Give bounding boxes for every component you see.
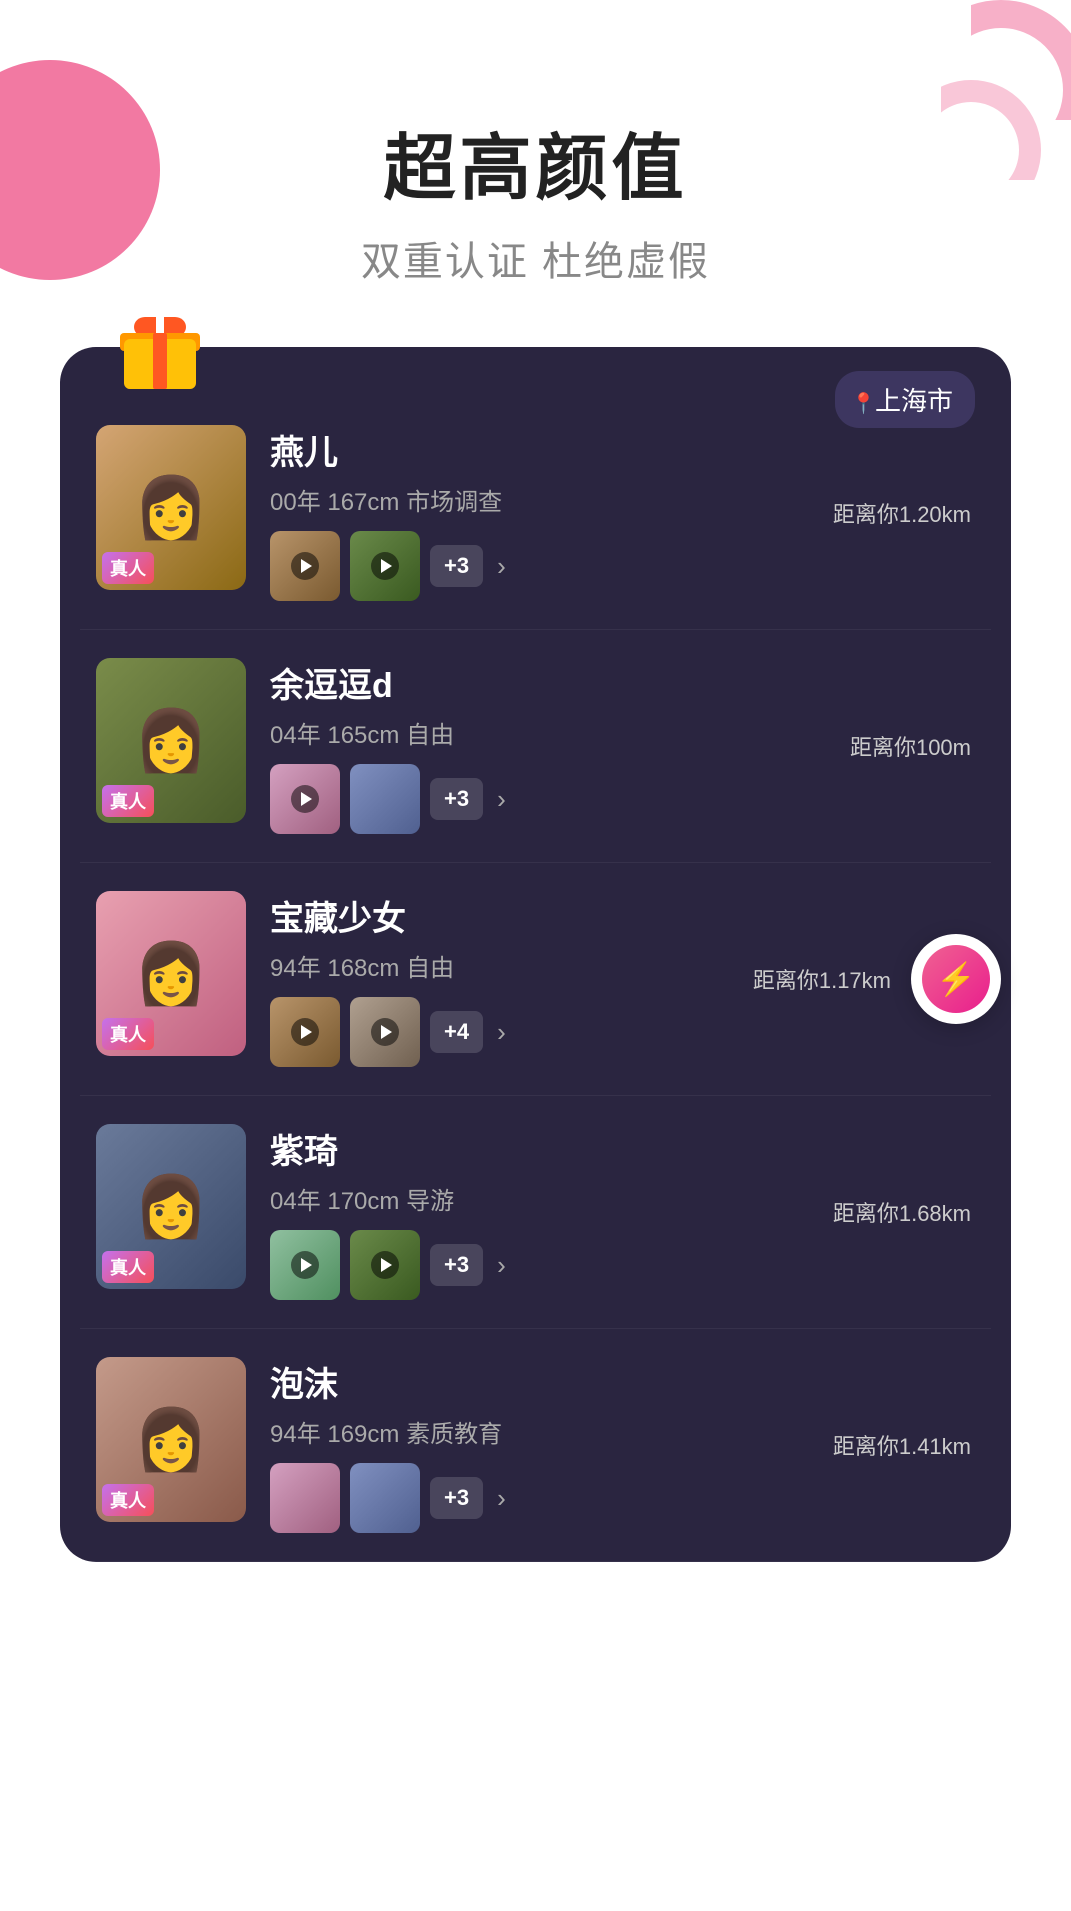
user-photos: +3 ›: [270, 531, 975, 601]
play-icon: [291, 552, 319, 580]
chevron-right-icon: ›: [497, 1250, 506, 1281]
more-photos-badge: +4: [430, 1011, 483, 1053]
more-photos-badge: +3: [430, 545, 483, 587]
play-icon: [371, 1018, 399, 1046]
photo-thumb: [270, 764, 340, 834]
table-row[interactable]: 👩 真人 燕儿 00年 167cm 市场调查 +3 ›: [80, 397, 991, 630]
chevron-right-icon: ›: [497, 1483, 506, 1514]
more-photos-badge: +3: [430, 778, 483, 820]
photo-thumb: [270, 997, 340, 1067]
user-name: 紫琦: [270, 1124, 975, 1173]
chevron-right-icon: ›: [497, 551, 506, 582]
chevron-right-icon: ›: [497, 784, 506, 815]
user-name: 宝藏少女: [270, 891, 975, 940]
heart-lightning-button[interactable]: ⚡: [911, 934, 1001, 1024]
user-distance: 距离你1.20km: [833, 497, 971, 529]
real-badge: 真人: [102, 1251, 154, 1283]
heart-lightning-icon: ⚡: [922, 945, 990, 1013]
play-icon: [371, 552, 399, 580]
play-icon: [291, 785, 319, 813]
table-row[interactable]: 👩 真人 余逗逗d 04年 165cm 自由 +3 ›: [80, 630, 991, 863]
more-photos-badge: +3: [430, 1244, 483, 1286]
table-row[interactable]: 👩 真人 宝藏少女 94年 168cm 自由 +4 ›: [80, 863, 991, 1096]
user-distance: 距离你100m: [850, 730, 971, 762]
photo-thumb: [270, 1230, 340, 1300]
table-row[interactable]: 👩 真人 泡沫 94年 169cm 素质教育 +3 › 距离你1.41km: [80, 1329, 991, 1562]
avatar: 👩 真人: [96, 1124, 246, 1289]
chevron-right-icon: ›: [497, 1017, 506, 1048]
photo-thumb: [350, 531, 420, 601]
gift-ribbon: [153, 333, 167, 389]
user-photos: +3 ›: [270, 1230, 975, 1300]
real-badge: 真人: [102, 552, 154, 584]
page-subtitle: 双重认证 杜绝虚假: [0, 229, 1071, 287]
play-icon: [291, 1251, 319, 1279]
avatar: 👩 真人: [96, 891, 246, 1056]
user-name: 燕儿: [270, 425, 975, 474]
user-photos: +3 ›: [270, 764, 975, 834]
photo-thumb-image: [350, 764, 420, 834]
gift-icon: [120, 317, 210, 407]
photo-thumb: [350, 997, 420, 1067]
user-list: 👩 真人 燕儿 00年 167cm 市场调查 +3 ›: [60, 397, 1011, 1562]
play-icon: [291, 1018, 319, 1046]
photo-thumb-image: [350, 1463, 420, 1533]
photo-thumb: [270, 531, 340, 601]
real-badge: 真人: [102, 1018, 154, 1050]
more-photos-badge: +3: [430, 1477, 483, 1519]
photo-thumb-image: [270, 1463, 340, 1533]
avatar: 👩 真人: [96, 425, 246, 590]
avatar: 👩 真人: [96, 658, 246, 823]
header-section: 超高颜值 双重认证 杜绝虚假: [0, 0, 1071, 327]
photo-thumb: [270, 1463, 340, 1533]
user-distance: 距离你1.17km: [753, 963, 891, 995]
app-card: 📍 上海市 👩 真人 燕儿 00年 167cm 市场调查: [60, 347, 1011, 1562]
photo-thumb: [350, 1463, 420, 1533]
user-distance: 距离你1.41km: [833, 1429, 971, 1461]
page-title: 超高颜值: [0, 130, 1071, 209]
user-photos: +4 ›: [270, 997, 975, 1067]
photo-thumb: [350, 764, 420, 834]
table-row[interactable]: 👩 真人 紫琦 04年 170cm 导游 +3 ›: [80, 1096, 991, 1329]
user-distance: 距离你1.68km: [833, 1196, 971, 1228]
photo-thumb: [350, 1230, 420, 1300]
play-icon: [371, 1251, 399, 1279]
user-name: 余逗逗d: [270, 658, 975, 707]
user-photos: +3 ›: [270, 1463, 975, 1533]
avatar: 👩 真人: [96, 1357, 246, 1522]
real-badge: 真人: [102, 1484, 154, 1516]
real-badge: 真人: [102, 785, 154, 817]
user-name: 泡沫: [270, 1357, 975, 1406]
